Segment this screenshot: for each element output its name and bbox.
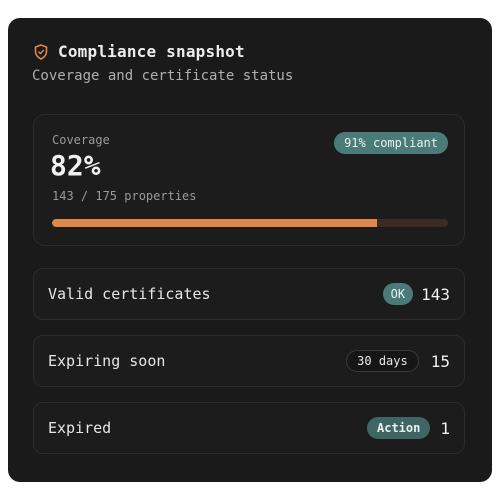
row-label: Valid certificates xyxy=(48,285,211,303)
row-count: 143 xyxy=(421,284,450,304)
row-count: 15 xyxy=(430,351,450,371)
card-title: Compliance snapshot xyxy=(58,42,245,61)
row-count: 1 xyxy=(440,418,450,438)
card-header: Compliance snapshot xyxy=(34,42,245,61)
row-label: Expiring soon xyxy=(48,352,166,370)
coverage-progress-bar xyxy=(52,219,448,227)
status-badge: 30 days xyxy=(346,350,419,372)
coverage-progress-fill xyxy=(52,219,377,227)
row-expired[interactable]: Expired Action 1 xyxy=(33,402,465,454)
action-badge[interactable]: Action xyxy=(367,417,431,439)
coverage-value: 82% xyxy=(50,149,101,182)
coverage-detail: 143 / 175 properties xyxy=(52,189,197,203)
coverage-panel: Coverage 82% 143 / 175 properties 91% co… xyxy=(33,114,465,246)
row-expiring-soon[interactable]: Expiring soon 30 days 15 xyxy=(33,335,465,387)
row-label: Expired xyxy=(48,419,112,437)
compliance-badge: 91% compliant xyxy=(334,132,448,154)
row-valid-certificates[interactable]: Valid certificates OK 143 xyxy=(33,268,465,320)
coverage-label: Coverage xyxy=(52,133,110,147)
status-badge: OK xyxy=(382,283,414,305)
compliance-card: Compliance snapshot Coverage and certifi… xyxy=(8,18,492,482)
card-subtitle: Coverage and certificate status xyxy=(32,68,294,84)
shield-icon xyxy=(34,43,48,60)
